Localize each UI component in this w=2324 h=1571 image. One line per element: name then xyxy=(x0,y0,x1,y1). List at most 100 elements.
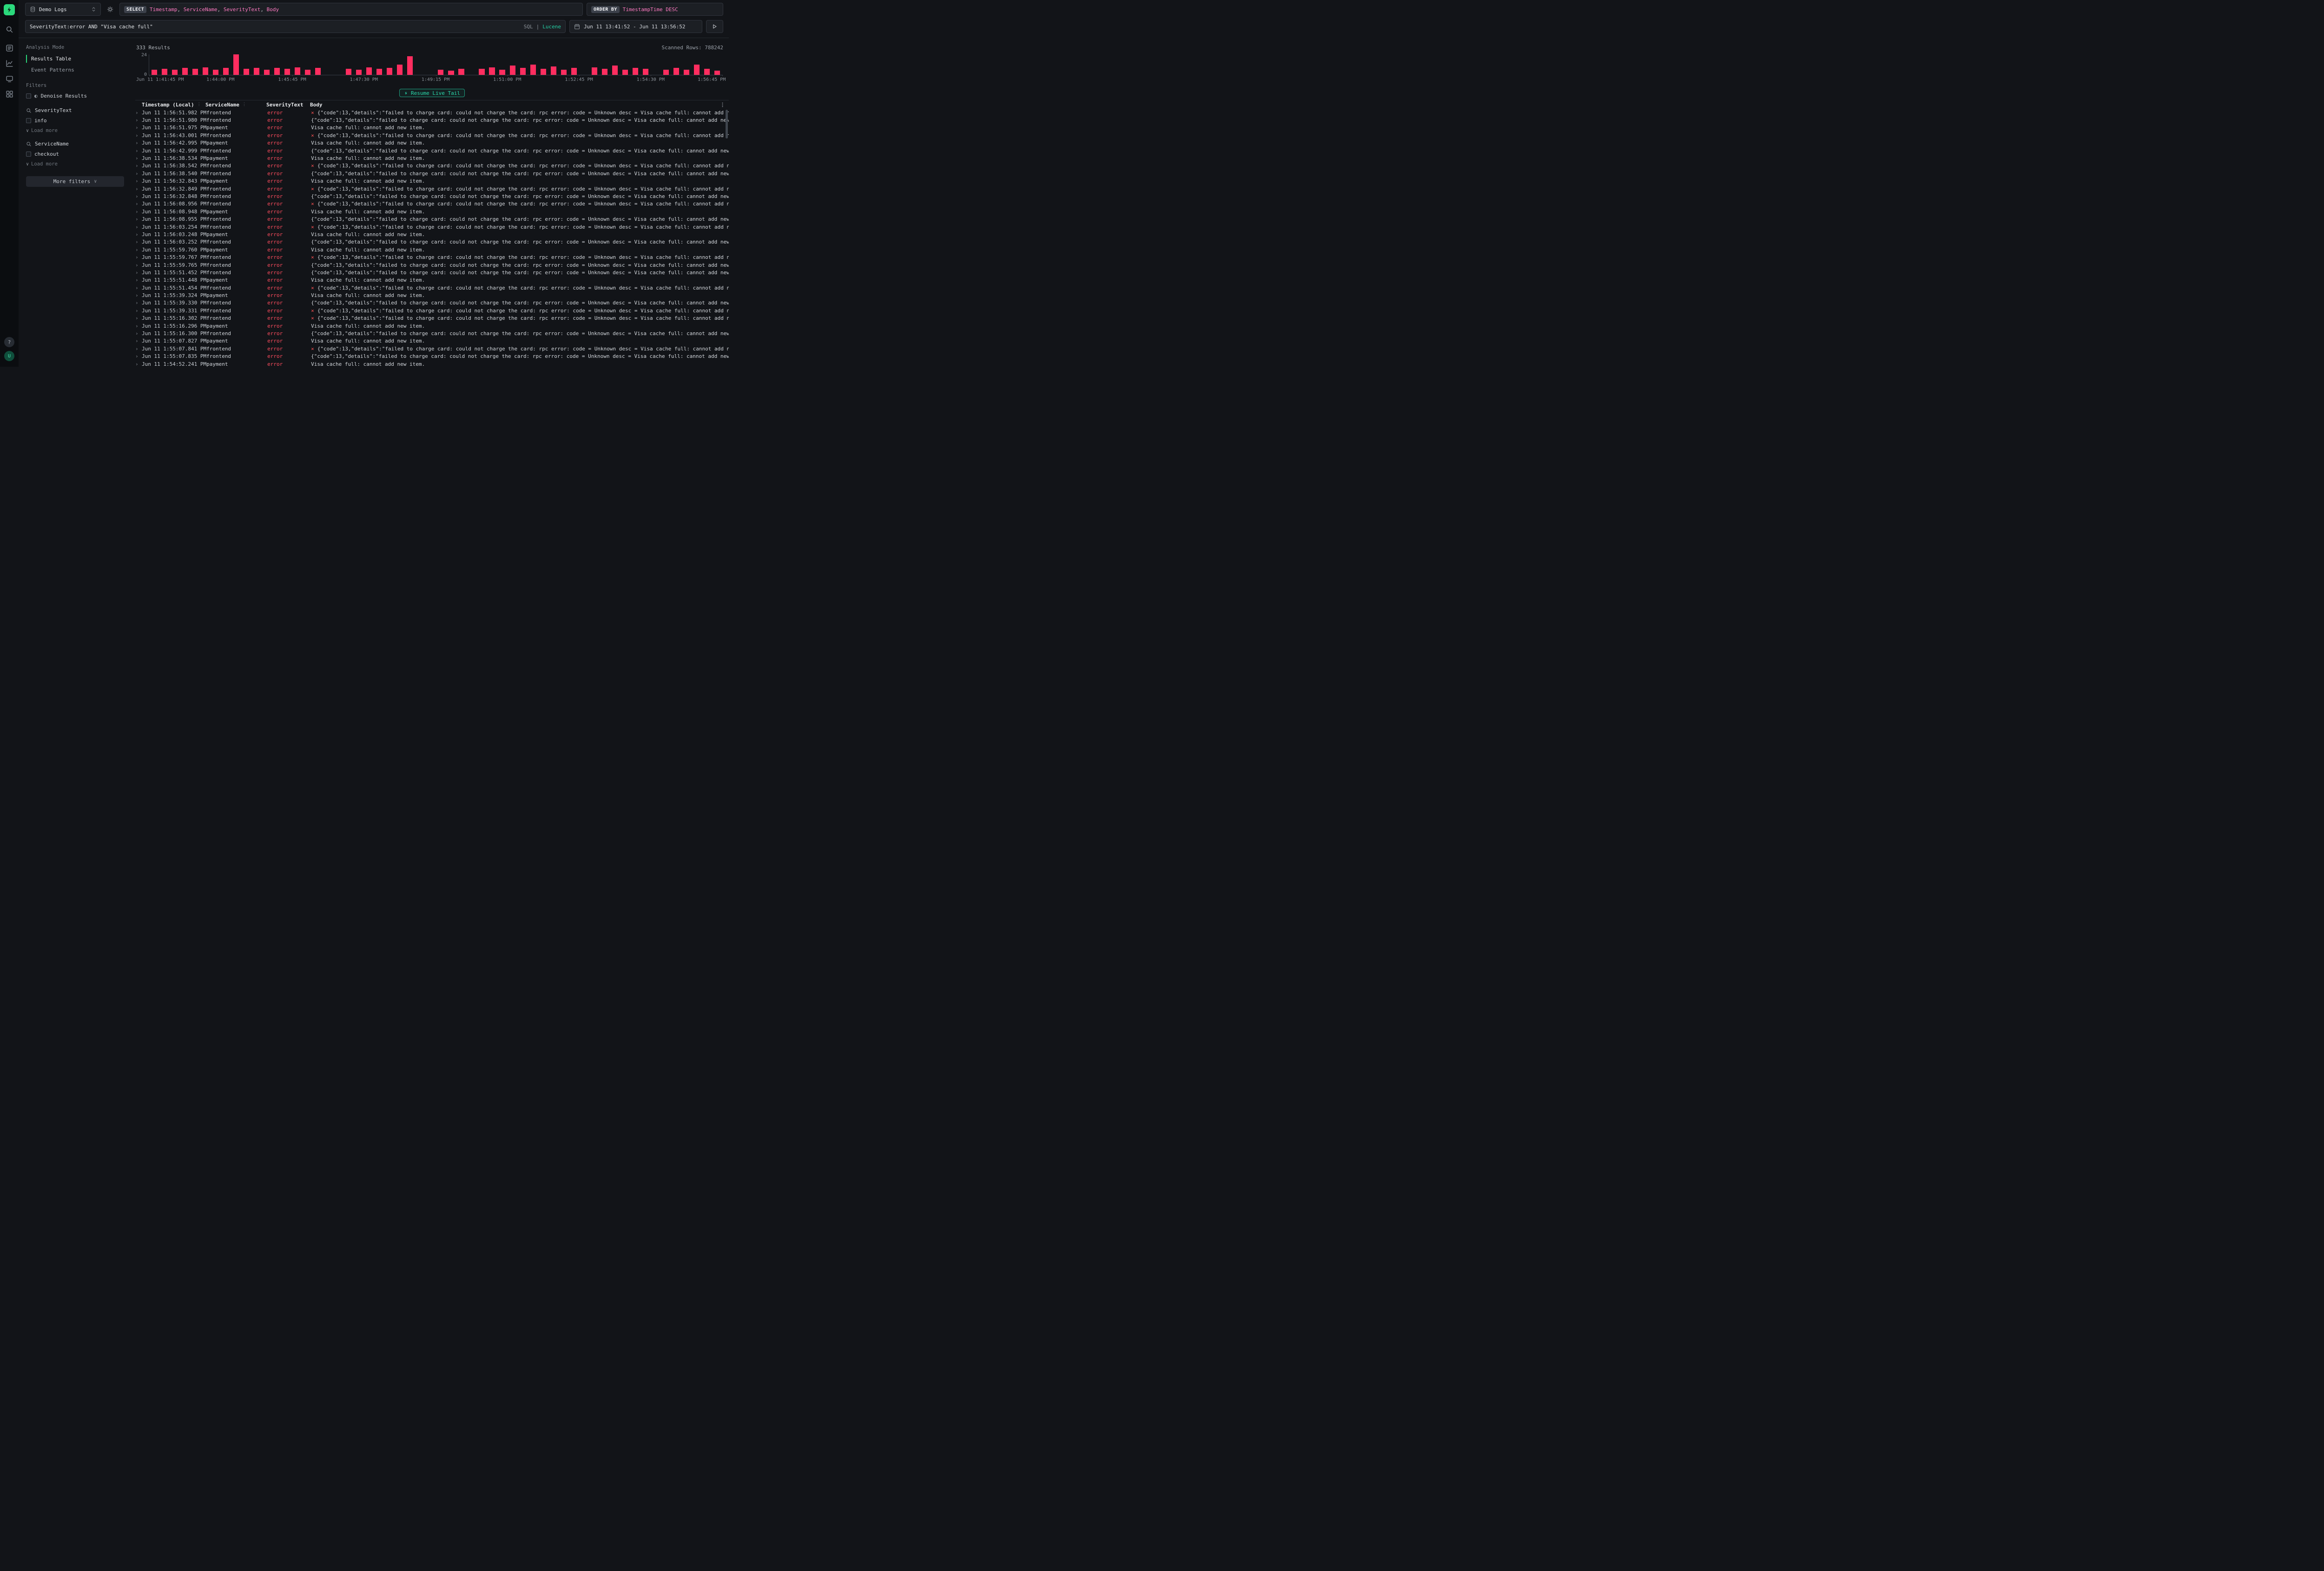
log-row[interactable]: ›Jun 11 1:56:08.956 PMfrontenderror×{"co… xyxy=(135,200,729,208)
query-language-toggle[interactable]: SQL | Lucene xyxy=(524,24,561,30)
log-row[interactable]: ›Jun 11 1:56:38.542 PMfrontenderror×{"co… xyxy=(135,162,729,170)
log-row[interactable]: ›Jun 11 1:56:03.252 PMfrontenderror{"cod… xyxy=(135,238,729,246)
row-expand-icon[interactable]: › xyxy=(135,361,142,367)
log-row[interactable]: ›Jun 11 1:56:32.848 PMfrontenderror{"cod… xyxy=(135,192,729,200)
row-expand-icon[interactable]: › xyxy=(135,171,142,177)
run-query-button[interactable] xyxy=(706,20,723,33)
source-settings-button[interactable] xyxy=(105,6,116,13)
column-header-body[interactable]: Body xyxy=(310,102,729,108)
row-expand-icon[interactable]: › xyxy=(135,323,142,329)
vertical-scrollbar[interactable] xyxy=(726,110,728,139)
row-expand-icon[interactable]: › xyxy=(135,224,142,230)
filter-option-info[interactable]: info xyxy=(26,118,124,124)
row-expand-icon[interactable]: › xyxy=(135,163,142,169)
mode-event-patterns[interactable]: Event Patterns xyxy=(26,66,124,74)
time-range-picker[interactable]: Jun 11 13:41:52 - Jun 11 13:56:52 xyxy=(569,20,702,33)
log-row[interactable]: ›Jun 11 1:55:59.767 PMfrontenderror×{"co… xyxy=(135,253,729,261)
row-expand-icon[interactable]: › xyxy=(135,300,142,306)
row-expand-icon[interactable]: › xyxy=(135,132,142,139)
row-expand-icon[interactable]: › xyxy=(135,346,142,352)
log-row[interactable]: ›Jun 11 1:55:39.331 PMfrontenderror×{"co… xyxy=(135,307,729,314)
row-expand-icon[interactable]: › xyxy=(135,193,142,199)
log-row[interactable]: ›Jun 11 1:56:03.254 PMfrontenderror×{"co… xyxy=(135,223,729,231)
table-options-icon[interactable]: ⋮ xyxy=(720,102,725,108)
row-expand-icon[interactable]: › xyxy=(135,148,142,154)
log-row[interactable]: ›Jun 11 1:55:51.454 PMfrontenderror×{"co… xyxy=(135,284,729,291)
log-row[interactable]: ›Jun 11 1:56:38.534 PMpaymenterrorVisa c… xyxy=(135,154,729,162)
dashboards-icon[interactable] xyxy=(3,88,16,99)
row-expand-icon[interactable]: › xyxy=(135,254,142,260)
log-row[interactable]: ›Jun 11 1:56:51.982 PMfrontenderror×{"co… xyxy=(135,109,729,116)
log-row[interactable]: ›Jun 11 1:55:59.765 PMfrontenderror{"cod… xyxy=(135,261,729,269)
log-row[interactable]: ›Jun 11 1:55:16.300 PMfrontenderror{"cod… xyxy=(135,330,729,337)
language-lucene-option[interactable]: Lucene xyxy=(542,24,561,30)
order-by-input[interactable]: ORDER BY TimestampTime DESC xyxy=(587,3,723,16)
column-menu-icon[interactable]: ⋮ xyxy=(242,102,246,107)
filter-group-severitytext[interactable]: SeverityText xyxy=(26,107,124,113)
search-input[interactable]: SeverityText:error AND "Visa cache full"… xyxy=(25,20,566,33)
row-expand-icon[interactable]: › xyxy=(135,247,142,253)
row-expand-icon[interactable]: › xyxy=(135,353,142,359)
log-row[interactable]: ›Jun 11 1:56:42.995 PMpaymenterrorVisa c… xyxy=(135,139,729,147)
log-row[interactable]: ›Jun 11 1:55:51.448 PMpaymenterrorVisa c… xyxy=(135,277,729,284)
load-more-servicename[interactable]: ∨ Load more xyxy=(26,161,124,167)
log-row[interactable]: ›Jun 11 1:55:16.302 PMfrontenderror×{"co… xyxy=(135,315,729,322)
column-header-severitytext[interactable]: SeverityText xyxy=(266,102,310,108)
denoise-results-toggle[interactable]: ◐ Denoise Results xyxy=(26,93,124,99)
row-expand-icon[interactable]: › xyxy=(135,308,142,314)
user-avatar[interactable]: U xyxy=(4,351,14,361)
chart-explorer-icon[interactable] xyxy=(3,58,16,69)
log-row[interactable]: ›Jun 11 1:56:38.540 PMfrontenderror{"cod… xyxy=(135,170,729,177)
load-more-severitytext[interactable]: ∨ Load more xyxy=(26,128,124,133)
log-row[interactable]: ›Jun 11 1:56:08.955 PMfrontenderror{"cod… xyxy=(135,215,729,223)
more-filters-button[interactable]: More filters ∨ xyxy=(26,176,124,187)
column-header-timestamp[interactable]: Timestamp (Local) ⋮ xyxy=(142,102,205,108)
log-row[interactable]: ›Jun 11 1:56:32.849 PMfrontenderror×{"co… xyxy=(135,185,729,192)
log-row[interactable]: ›Jun 11 1:55:07.841 PMfrontenderror×{"co… xyxy=(135,345,729,352)
help-button[interactable]: ? xyxy=(4,337,14,347)
resume-live-tail-button[interactable]: Resume Live Tail xyxy=(399,89,465,97)
row-expand-icon[interactable]: › xyxy=(135,270,142,276)
log-row[interactable]: ›Jun 11 1:56:32.843 PMpaymenterrorVisa c… xyxy=(135,178,729,185)
row-expand-icon[interactable]: › xyxy=(135,110,142,116)
sessions-icon[interactable] xyxy=(3,73,16,84)
log-row[interactable]: ›Jun 11 1:56:51.980 PMfrontenderror{"cod… xyxy=(135,116,729,124)
row-expand-icon[interactable]: › xyxy=(135,231,142,238)
row-expand-icon[interactable]: › xyxy=(135,216,142,222)
language-sql-option[interactable]: SQL xyxy=(524,24,533,30)
log-row[interactable]: ›Jun 11 1:55:07.827 PMpaymenterrorVisa c… xyxy=(135,337,729,345)
row-expand-icon[interactable]: › xyxy=(135,277,142,283)
row-expand-icon[interactable]: › xyxy=(135,330,142,337)
saved-queries-icon[interactable] xyxy=(3,42,16,53)
search-icon[interactable] xyxy=(3,24,16,35)
row-expand-icon[interactable]: › xyxy=(135,178,142,184)
denoise-checkbox[interactable] xyxy=(26,93,31,99)
source-select[interactable]: Demo Logs xyxy=(25,3,101,16)
row-expand-icon[interactable]: › xyxy=(135,292,142,298)
row-expand-icon[interactable]: › xyxy=(135,155,142,161)
log-row[interactable]: ›Jun 11 1:56:51.975 PMpaymenterrorVisa c… xyxy=(135,124,729,132)
log-row[interactable]: ›Jun 11 1:55:59.760 PMpaymenterrorVisa c… xyxy=(135,246,729,253)
filter-group-servicename[interactable]: ServiceName xyxy=(26,141,124,147)
log-row[interactable]: ›Jun 11 1:56:03.248 PMpaymenterrorVisa c… xyxy=(135,231,729,238)
row-expand-icon[interactable]: › xyxy=(135,201,142,207)
row-expand-icon[interactable]: › xyxy=(135,125,142,131)
log-row[interactable]: ›Jun 11 1:55:16.296 PMpaymenterrorVisa c… xyxy=(135,322,729,330)
filter-option-checkbox[interactable] xyxy=(26,118,31,123)
row-expand-icon[interactable]: › xyxy=(135,186,142,192)
select-query-input[interactable]: SELECT Timestamp, ServiceName, SeverityT… xyxy=(119,3,583,16)
log-row[interactable]: ›Jun 11 1:54:52.241 PMpaymenterrorVisa c… xyxy=(135,360,729,367)
log-row[interactable]: ›Jun 11 1:55:39.330 PMfrontenderror{"cod… xyxy=(135,299,729,307)
log-row[interactable]: ›Jun 11 1:55:51.452 PMfrontenderror{"cod… xyxy=(135,269,729,276)
log-row[interactable]: ›Jun 11 1:55:07.835 PMfrontenderror{"cod… xyxy=(135,353,729,360)
filter-option-checkout[interactable]: checkout xyxy=(26,151,124,157)
log-row[interactable]: ›Jun 11 1:56:08.948 PMpaymenterrorVisa c… xyxy=(135,208,729,215)
mode-results-table[interactable]: Results Table xyxy=(26,55,124,63)
row-expand-icon[interactable]: › xyxy=(135,285,142,291)
row-expand-icon[interactable]: › xyxy=(135,209,142,215)
log-row[interactable]: ›Jun 11 1:56:42.999 PMfrontenderror{"cod… xyxy=(135,147,729,154)
row-expand-icon[interactable]: › xyxy=(135,140,142,146)
app-logo[interactable] xyxy=(4,4,15,15)
filter-option-checkbox[interactable] xyxy=(26,152,31,157)
row-expand-icon[interactable]: › xyxy=(135,239,142,245)
